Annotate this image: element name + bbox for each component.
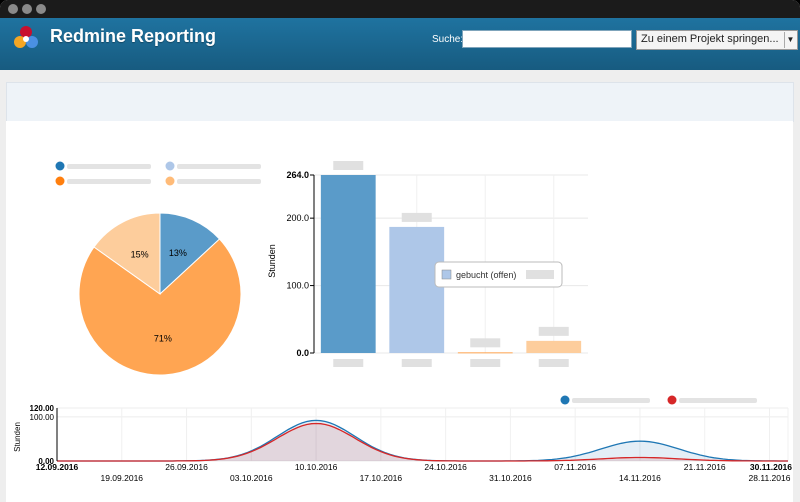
timeline-x-tick-label: 14.11.2016: [619, 473, 661, 483]
timeline-x-tick-label: 03.10.2016: [230, 473, 273, 483]
bar-value-placeholder: [333, 161, 364, 170]
timeline-x-tick-label: 10.10.2016: [295, 462, 338, 472]
bar[interactable]: [389, 226, 445, 353]
pie-chart: 13% 71% 15%: [78, 212, 242, 376]
timeline-x-tick-label: 17.10.2016: [360, 473, 403, 483]
app-title: Redmine Reporting: [50, 26, 217, 46]
legend-dot[interactable]: [165, 161, 175, 171]
bar-tooltip: gebucht (offen): [434, 261, 563, 288]
pie-slice-label: 15%: [131, 249, 149, 259]
timeline-x-tick-label: 12.09.2016: [36, 462, 79, 472]
charts-canvas: 13% 71% 15% Stunden 0.0 100.0 200.0 264.0 geb…: [13, 161, 792, 483]
timeline-x-tick-label: 21.11.2016: [684, 462, 726, 472]
timeline-chart: Stunden 0.00100.00120.00 12.09.201619.09…: [13, 404, 792, 483]
bar-category-placeholder: [333, 359, 364, 367]
bar-category-placeholder: [538, 359, 569, 367]
timeline-y-tick-label: 120.00: [30, 404, 55, 413]
project-select-value: Zu einem Projekt springen...: [641, 33, 779, 45]
legend-label-placeholder: [67, 164, 151, 169]
bar-y-tick-label: 0.0: [296, 348, 309, 358]
timeline-x-tick-label: 28.11.2016: [749, 473, 791, 483]
browser-window: Redmine Reporting Suche: Zu einem Projek…: [0, 0, 800, 502]
minimize-window-button[interactable]: [22, 4, 32, 14]
legend-label-placeholder: [177, 164, 261, 169]
bar-y-tick-label: 264.0: [286, 170, 309, 180]
timeline-x-tick-label: 31.10.2016: [489, 473, 532, 483]
timeline-x-tick-label: 30.11.2016: [750, 462, 792, 472]
legend-label-placeholder: [177, 179, 261, 184]
bar[interactable]: [526, 340, 582, 353]
pie-slice-label: 71%: [154, 333, 172, 343]
legend-dot[interactable]: [667, 395, 677, 405]
bar[interactable]: [457, 352, 513, 354]
pie-legend: [55, 161, 261, 186]
tooltip-swatch: [441, 269, 452, 280]
timeline-series-area: [57, 420, 788, 461]
timeline-x-tick-label: 26.09.2016: [165, 462, 208, 472]
tooltip-label: gebucht (offen): [456, 270, 516, 280]
legend-label-placeholder: [572, 398, 650, 403]
timeline-y-axis-label: Stunden: [13, 422, 22, 452]
timeline-y-tick-label: 100.00: [30, 413, 55, 422]
search-input[interactable]: [462, 30, 632, 48]
chevron-down-icon[interactable]: ▼: [784, 32, 796, 48]
legend-dot[interactable]: [55, 161, 65, 171]
timeline-x-tick-label: 24.10.2016: [424, 462, 467, 472]
timeline-x-tick-label: 07.11.2016: [554, 462, 596, 472]
legend-label-placeholder: [679, 398, 757, 403]
redmine-logo-icon: [14, 26, 38, 48]
timeline-legend: [560, 395, 757, 405]
content-toolbar: [6, 82, 794, 122]
legend-label-placeholder: [67, 179, 151, 184]
window-titlebar: [0, 0, 800, 18]
maximize-window-button[interactable]: [36, 4, 46, 14]
pie-slice-label: 13%: [169, 248, 187, 258]
bar[interactable]: [320, 175, 376, 353]
legend-dot[interactable]: [165, 176, 175, 186]
bar-category-placeholder: [401, 359, 432, 367]
bar-y-tick-label: 200.0: [286, 213, 309, 223]
bar-y-tick-label: 100.0: [286, 281, 309, 291]
bar-category-placeholder: [470, 359, 501, 367]
bar-value-placeholder: [401, 212, 432, 222]
project-jump-select[interactable]: Zu einem Projekt springen... ▼: [636, 30, 798, 50]
legend-dot[interactable]: [560, 395, 570, 405]
bar-value-placeholder: [538, 326, 569, 336]
tooltip-value-placeholder: [526, 270, 554, 279]
search-label: Suche:: [432, 34, 464, 45]
main-content: 13% 71% 15% Stunden 0.0 100.0 200.0 264.0 geb…: [6, 121, 793, 502]
bar-y-axis-label: Stunden: [267, 244, 277, 278]
timeline-x-tick-label: 19.09.2016: [100, 473, 143, 483]
legend-dot[interactable]: [55, 176, 65, 186]
app-header: Redmine Reporting Suche: Zu einem Projek…: [0, 18, 800, 70]
close-window-button[interactable]: [8, 4, 18, 14]
bar-value-placeholder: [470, 338, 501, 348]
